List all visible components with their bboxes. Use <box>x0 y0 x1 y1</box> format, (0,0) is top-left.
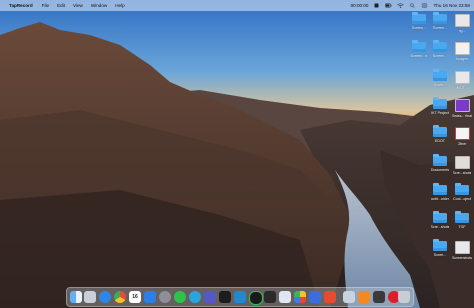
folder-icon <box>433 12 447 24</box>
vscode-icon[interactable] <box>234 291 246 303</box>
calendar-icon[interactable]: 16 <box>129 291 141 303</box>
desktop-icon-file[interactable]: Screenshots <box>449 241 474 260</box>
teams-icon[interactable] <box>204 291 216 303</box>
folder-icon <box>412 12 426 24</box>
xcode-icon[interactable] <box>249 291 263 305</box>
desktop-icon-file[interactable]: Scre...shots <box>449 156 474 175</box>
menu-clock[interactable]: Thu 16 Nov 23:58 <box>433 3 470 8</box>
menu-file[interactable]: File <box>42 3 49 8</box>
menu-app-name[interactable]: TapRecord <box>9 3 33 8</box>
folder-icon <box>433 239 447 251</box>
preview-icon[interactable] <box>343 291 355 303</box>
finder-icon[interactable] <box>70 291 82 303</box>
file-thumbnail-icon <box>454 99 470 112</box>
file-thumbnail-icon <box>454 156 470 169</box>
menu-view[interactable]: View <box>73 3 83 8</box>
desktop-icon-file[interactable]: bg... <box>449 14 474 33</box>
sublime-icon[interactable] <box>373 291 385 303</box>
record-timer[interactable]: 00:00:00 <box>351 3 369 8</box>
menu-help[interactable]: Help <box>115 3 124 8</box>
folder-icon <box>455 183 469 195</box>
telegram-icon[interactable] <box>189 291 201 303</box>
desktop-wallpaper <box>0 0 474 308</box>
settings-icon[interactable] <box>159 291 171 303</box>
illustrator-icon[interactable] <box>358 291 370 303</box>
battery-icon[interactable] <box>385 3 392 8</box>
menu-bar: TapRecord File Edit View Window Help 00:… <box>0 0 474 11</box>
zoom-icon[interactable] <box>279 291 291 303</box>
dock: 16 <box>66 287 414 307</box>
folder-icon <box>412 40 426 52</box>
app-store-icon[interactable] <box>144 291 156 303</box>
folder-icon <box>433 183 447 195</box>
desktop-icon-file[interactable]: Images <box>449 42 474 61</box>
terminal-icon[interactable] <box>219 291 231 303</box>
folder-icon <box>433 211 447 223</box>
whatsapp-icon[interactable] <box>174 291 186 303</box>
pages-icon[interactable] <box>324 291 336 303</box>
folder-icon <box>433 97 447 109</box>
chrome-icon[interactable] <box>114 291 126 303</box>
photos-icon[interactable] <box>294 291 306 303</box>
desktop-icon-file[interactable]: Other <box>449 127 474 146</box>
desktop-icon-folder[interactable]: TGF <box>449 211 474 229</box>
desktop-icon-folder[interactable]: Cool...oject <box>449 183 474 201</box>
launchpad-icon[interactable] <box>84 291 96 303</box>
file-thumbnail-icon <box>454 71 470 84</box>
notes-icon[interactable] <box>309 291 321 303</box>
desktop-icon-file[interactable]: MOT... <box>449 71 474 90</box>
control-center-icon[interactable] <box>421 3 428 8</box>
search-icon[interactable] <box>409 3 416 8</box>
folder-icon <box>433 69 447 81</box>
menu-bar-status-area: 00:00:00 Thu 16 Nov 23:58 <box>351 0 470 11</box>
trash-icon[interactable] <box>398 291 410 303</box>
spotify-icon[interactable] <box>264 291 276 303</box>
folder-icon <box>455 211 469 223</box>
menu-window[interactable]: Window <box>91 3 107 8</box>
safari-icon[interactable] <box>99 291 111 303</box>
wifi-icon[interactable] <box>397 3 405 8</box>
file-thumbnail-icon <box>454 241 470 254</box>
desktop-icon-file[interactable]: Swiss... final <box>449 99 474 118</box>
folder-icon <box>433 125 447 137</box>
stop-record-icon[interactable] <box>373 3 380 8</box>
folder-icon <box>433 154 447 166</box>
menu-edit[interactable]: Edit <box>57 3 65 8</box>
folder-icon <box>433 40 447 52</box>
file-thumbnail-icon <box>454 127 470 140</box>
file-thumbnail-icon <box>454 14 470 27</box>
file-thumbnail-icon <box>454 42 470 55</box>
